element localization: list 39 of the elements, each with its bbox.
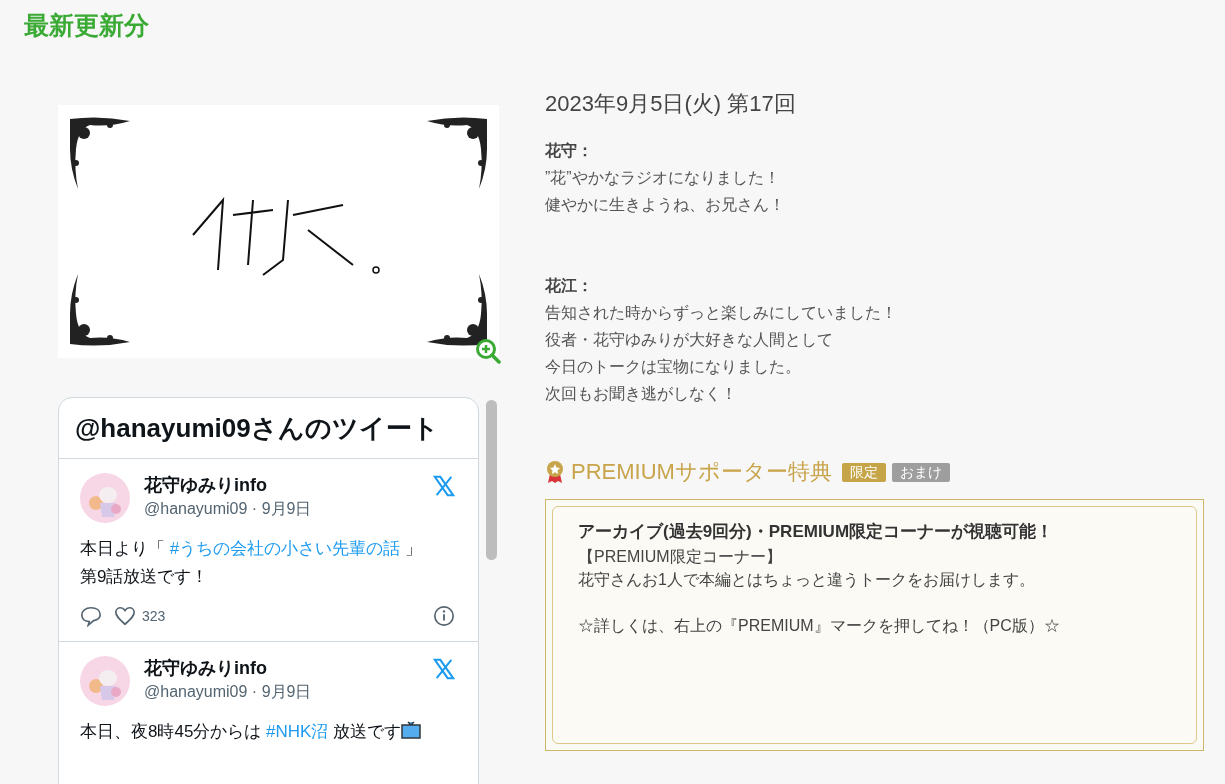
premium-text: 【PREMIUM限定コーナー】 <box>578 547 783 567</box>
comment-line: 役者・花守ゆみりが大好きな人間として <box>545 330 834 350</box>
comment-line: 今日のトークは宝物になりました。 <box>545 357 802 377</box>
tag: 限定 <box>841 462 886 482</box>
tweet-meta[interactable]: @hanayumi09 · 9月9日 <box>144 680 419 704</box>
tweet-text: 本日より「 <box>80 539 166 558</box>
tag: おまけ <box>891 462 950 482</box>
comment-line: 告知された時からずっと楽しみにしていました！ <box>545 303 898 323</box>
tweet-text: 第9話放送です！ <box>80 567 209 586</box>
speaker-name: 花守： <box>545 141 594 161</box>
tweet-text: 本日、夜8時45分からは <box>80 722 263 741</box>
author-name[interactable]: 花守ゆみりinfo <box>144 473 419 497</box>
scrollbar-thumb[interactable] <box>486 400 497 560</box>
author-name[interactable]: 花守ゆみりinfo <box>144 656 419 680</box>
episode-date: 2023年9月5日(火) 第17回 <box>545 90 797 118</box>
premium-title: PREMIUMサポーター特典 <box>571 458 832 486</box>
zoom-in-icon[interactable] <box>475 338 501 364</box>
heart-icon[interactable] <box>114 605 136 627</box>
like-count: 323 <box>142 606 166 626</box>
premium-text: 花守さんお1人で本編とはちょっと違うトークをお届けします。 <box>578 570 1036 590</box>
comment-line: 次回もお聞き逃がしなく！ <box>545 384 738 404</box>
comment-line: ”花”やかなラジオになりました！ <box>545 168 781 188</box>
comment-line: 健やかに生きようね、お兄さん！ <box>545 195 786 215</box>
avatar[interactable] <box>80 656 130 706</box>
section-title: 最新更新分 <box>24 10 149 41</box>
premium-text: ☆詳しくは、右上の『PREMIUM』マークを押してね！（PC版）☆ <box>578 616 1061 636</box>
premium-headline: アーカイブ(過去9回分)・PREMIUM限定コーナーが視聴可能！ <box>578 521 1055 543</box>
tweet-text: 」 <box>403 539 422 558</box>
tweet-text: 放送です <box>332 722 402 741</box>
television-icon <box>401 720 422 740</box>
x-logo-icon[interactable] <box>433 658 455 680</box>
timeline-title: @hanayumi09さんのツイート <box>75 413 439 443</box>
reply-icon[interactable] <box>80 605 102 627</box>
avatar[interactable] <box>80 473 130 523</box>
info-icon[interactable] <box>433 605 455 627</box>
x-logo-icon[interactable] <box>433 475 455 497</box>
tweet-meta[interactable]: @hanayumi09 · 9月9日 <box>144 497 419 521</box>
speaker-name: 花江： <box>545 276 594 296</box>
medal-icon <box>545 460 565 484</box>
